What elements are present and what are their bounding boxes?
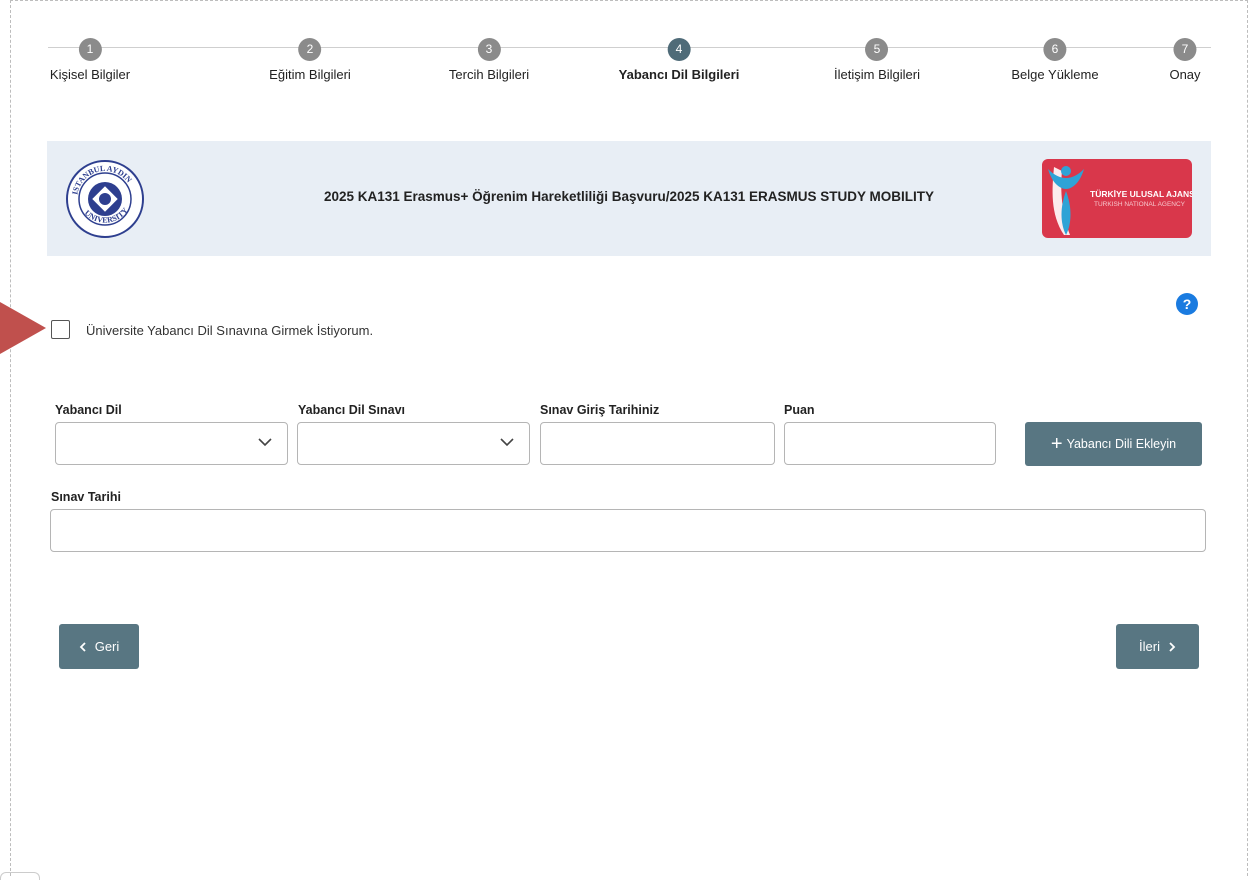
step-label: Tercih Bilgileri <box>448 67 530 82</box>
plus-icon: + <box>1050 433 1063 455</box>
exam-date-label: Sınav Tarihi <box>51 490 121 504</box>
step-label: Kişisel Bilgiler <box>49 67 131 82</box>
step-preference-info[interactable]: 3 Tercih Bilgileri <box>449 38 529 82</box>
back-label: Geri <box>94 639 120 654</box>
agency-name-en: TURKISH NATIONAL AGENCY <box>1094 201 1186 208</box>
step-education-info[interactable]: 2 Eğitim Bilgileri <box>269 38 351 82</box>
exam-date-input[interactable] <box>50 509 1206 552</box>
step-label: Yabancı Dil Bilgileri <box>618 67 740 82</box>
chevron-left-icon <box>79 641 86 652</box>
add-language-label: Yabancı Dili Ekleyin <box>1066 437 1177 451</box>
next-label: İleri <box>1139 639 1160 654</box>
entry-date-label: Sınav Giriş Tarihiniz <box>540 403 660 417</box>
step-number: 1 <box>78 38 102 61</box>
step-label: İletişim Bilgileri <box>834 67 920 82</box>
step-label: Onay <box>1169 67 1201 82</box>
step-label: Belge Yükleme <box>1011 67 1099 82</box>
agency-name-tr: TÜRKİYE ULUSAL AJANSI <box>1090 189 1192 199</box>
next-button[interactable]: İleri <box>1116 624 1199 669</box>
step-label: Eğitim Bilgileri <box>269 67 351 82</box>
step-number: 6 <box>1043 38 1067 61</box>
program-banner: ISTANBUL AYDIN UNIVERSITY 2025 KA131 Era… <box>47 141 1211 256</box>
banner-title: 2025 KA131 Erasmus+ Öğrenim Hareketliliğ… <box>323 189 935 204</box>
language-label: Yabancı Dil <box>55 403 122 417</box>
progress-stepper: 1 Kişisel Bilgiler 2 Eğitim Bilgileri 3 … <box>48 38 1211 98</box>
score-label: Puan <box>784 403 815 417</box>
add-language-button[interactable]: + Yabancı Dili Ekleyin <box>1025 422 1202 466</box>
pointer-arrow-icon <box>0 302 46 354</box>
step-document-upload[interactable]: 6 Belge Yükleme <box>1011 38 1099 82</box>
agency-figure-icon <box>1048 166 1084 235</box>
step-number: 5 <box>865 38 889 61</box>
step-number: 4 <box>667 38 691 61</box>
exam-checkbox-label: Üniversite Yabancı Dil Sınavına Girmek İ… <box>86 323 374 338</box>
language-select[interactable] <box>55 422 288 465</box>
step-foreign-language-info[interactable]: 4 Yabancı Dil Bilgileri <box>618 38 740 82</box>
exam-checkbox[interactable] <box>51 320 70 339</box>
chevron-down-icon <box>258 438 272 447</box>
step-number: 2 <box>298 38 322 61</box>
chevron-down-icon <box>500 438 514 447</box>
chevron-right-icon <box>1169 641 1176 652</box>
step-number: 7 <box>1173 38 1197 61</box>
exam-label: Yabancı Dil Sınavı <box>298 403 405 417</box>
score-input[interactable] <box>784 422 996 465</box>
exam-select[interactable] <box>297 422 530 465</box>
entry-date-input[interactable] <box>540 422 775 465</box>
step-personal-info[interactable]: 1 Kişisel Bilgiler <box>50 38 130 82</box>
help-icon[interactable]: ? <box>1176 293 1198 315</box>
step-number: 3 <box>477 38 501 61</box>
national-agency-logo: TÜRKİYE ULUSAL AJANSI TURKISH NATIONAL A… <box>1042 159 1192 238</box>
back-button[interactable]: Geri <box>59 624 139 669</box>
step-confirmation[interactable]: 7 Onay <box>1169 38 1201 82</box>
step-contact-info[interactable]: 5 İletişim Bilgileri <box>834 38 920 82</box>
